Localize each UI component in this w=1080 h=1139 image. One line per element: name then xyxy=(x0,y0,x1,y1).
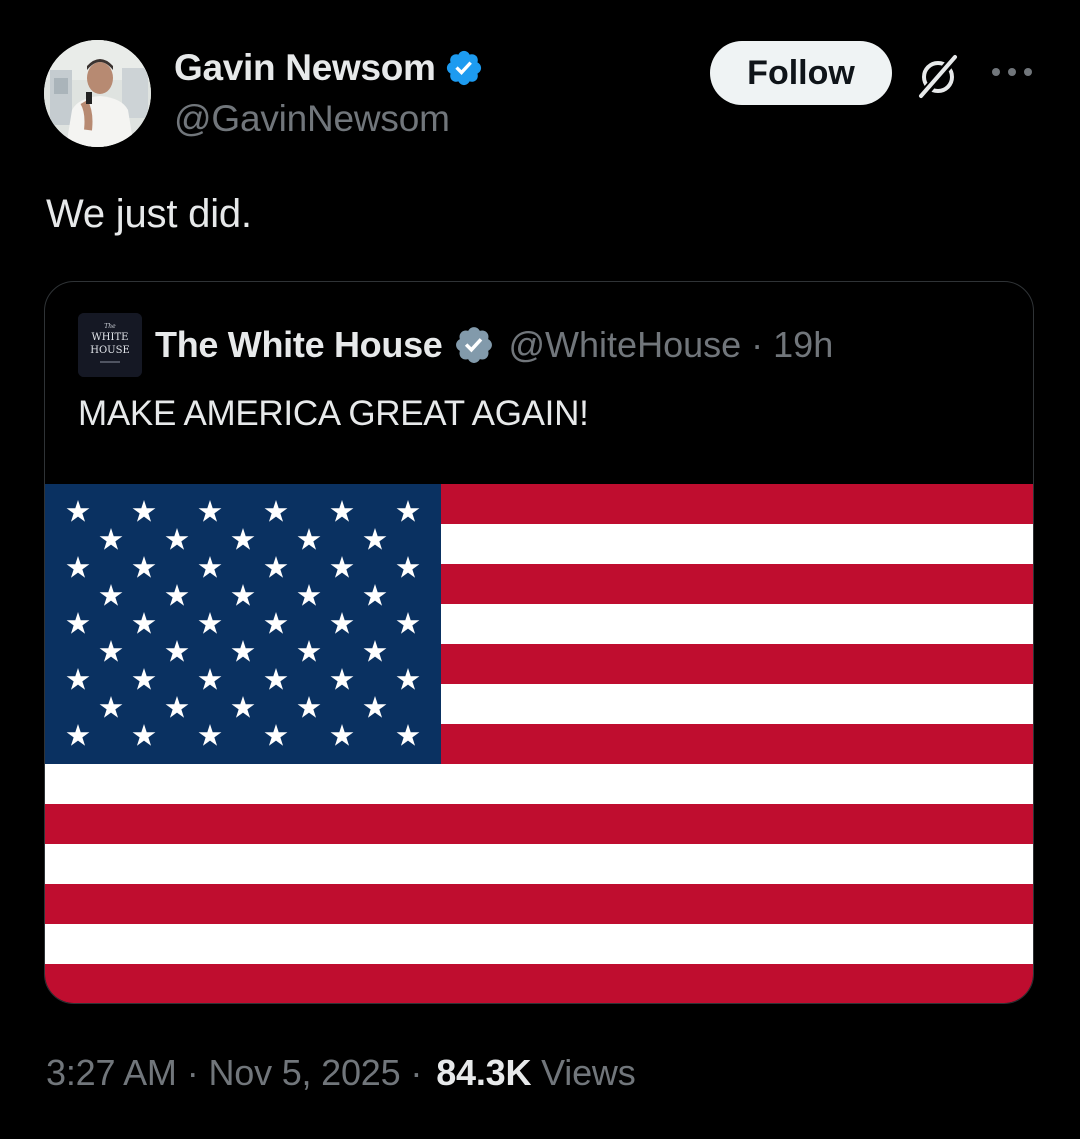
quoted-tweet-header: The White House @WhiteHouse · 19h xyxy=(155,320,833,370)
post-date[interactable]: Nov 5, 2025 xyxy=(208,1052,400,1093)
flag-stripe xyxy=(45,964,1033,1003)
flag-canton xyxy=(45,484,441,764)
quoted-author-handle[interactable]: @WhiteHouse xyxy=(509,324,742,366)
svg-text:HOUSE: HOUSE xyxy=(90,345,130,356)
quoted-tweet-text: MAKE AMERICA GREAT AGAIN! xyxy=(78,394,589,433)
views-count[interactable]: 84.3K xyxy=(436,1052,531,1093)
svg-text:The: The xyxy=(104,323,116,330)
tweet-text: We just did. xyxy=(46,192,252,236)
verified-badge-icon[interactable] xyxy=(444,48,484,88)
follow-button[interactable]: Follow xyxy=(710,41,892,105)
author-avatar-photo xyxy=(44,40,151,147)
quoted-tweet-age[interactable]: 19h xyxy=(773,324,833,366)
grok-icon[interactable] xyxy=(914,52,962,100)
us-flag-image[interactable] xyxy=(45,484,1034,1004)
separator-dot: · xyxy=(751,324,764,365)
flag-stripe xyxy=(45,884,1033,925)
flag-stripe xyxy=(45,924,1033,965)
more-icon[interactable] xyxy=(990,62,1034,82)
post-time[interactable]: 3:27 AM xyxy=(46,1052,177,1093)
author-name[interactable]: Gavin Newsom xyxy=(174,47,436,89)
tweet-footer: 3:27 AM · Nov 5, 2025 · 84.3K Views xyxy=(46,1052,636,1094)
tweet-header: Gavin Newsom @GavinNewsom Follow xyxy=(44,40,1040,150)
author-handle[interactable]: @GavinNewsom xyxy=(174,98,450,140)
flag-stripe xyxy=(45,764,1033,805)
flag-stripe xyxy=(45,844,1033,885)
author-name-row: Gavin Newsom xyxy=(174,45,484,91)
author-avatar[interactable] xyxy=(44,40,151,147)
svg-text:WHITE: WHITE xyxy=(92,332,129,343)
quoted-tweet-card[interactable]: The WHITE HOUSE The White House @WhiteHo… xyxy=(44,281,1034,1004)
quoted-author-name[interactable]: The White House xyxy=(155,324,443,366)
separator-dot: · xyxy=(186,1052,199,1093)
verified-badge-icon[interactable] xyxy=(453,324,495,366)
flag-stripe xyxy=(45,804,1033,845)
white-house-logo: The WHITE HOUSE xyxy=(78,313,142,377)
separator-dot: · xyxy=(410,1052,423,1093)
views-label: Views xyxy=(541,1052,636,1093)
quoted-author-avatar[interactable]: The WHITE HOUSE xyxy=(78,313,142,377)
